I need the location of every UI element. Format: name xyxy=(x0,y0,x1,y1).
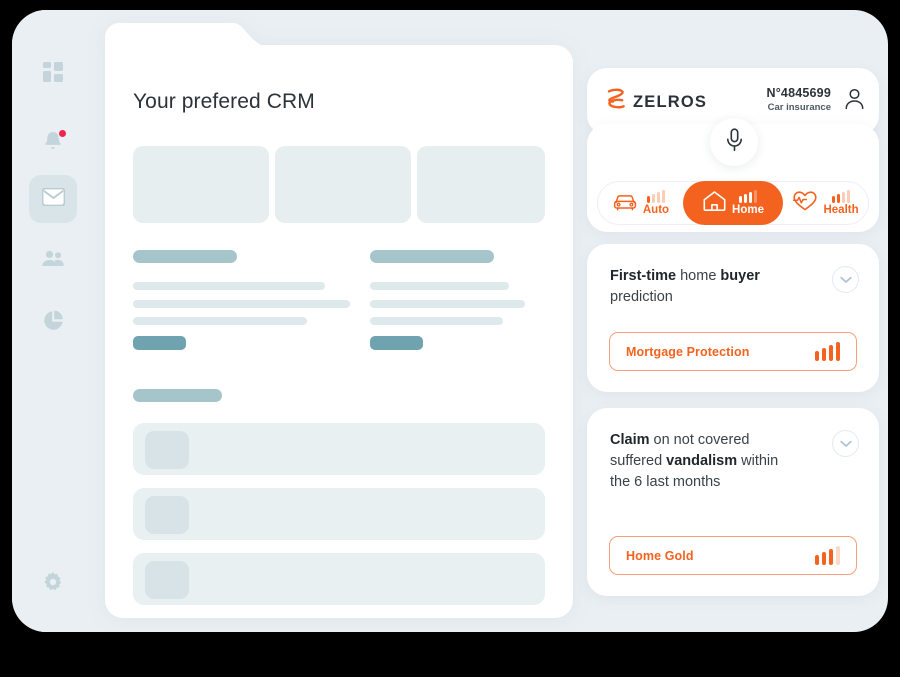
policy-type: Car insurance xyxy=(767,102,831,113)
sidebar-item-dashboard[interactable] xyxy=(29,50,77,98)
auto-score-bars xyxy=(646,190,665,203)
prediction-text-bold: Claim xyxy=(610,432,650,448)
sidebar-item-contacts[interactable] xyxy=(29,237,77,285)
skeleton-line xyxy=(133,282,325,290)
skeleton-card xyxy=(417,146,545,223)
health-score-bars xyxy=(832,190,851,203)
product-score-bars xyxy=(815,342,840,361)
skeleton-button[interactable] xyxy=(370,336,423,350)
product-label: Home Gold xyxy=(626,548,694,563)
tab-health[interactable]: Health xyxy=(783,181,868,225)
prediction-card-vandalism-claim: Claim on not covered suffered vandalism … xyxy=(587,408,879,596)
tab-auto[interactable]: Auto xyxy=(598,181,683,225)
skeleton-line xyxy=(370,282,509,290)
tab-home[interactable]: Home xyxy=(682,181,784,225)
policy-number: N°4845699 xyxy=(766,86,831,100)
sidebar-item-notifications[interactable] xyxy=(29,120,77,168)
skeleton-line xyxy=(370,317,503,325)
page-title: Your prefered CRM xyxy=(133,90,315,113)
people-icon xyxy=(41,250,65,272)
microphone-icon xyxy=(726,127,743,157)
skeleton-list-row[interactable] xyxy=(133,553,545,605)
prediction-text-bold: vandalism xyxy=(666,453,738,469)
skeleton-line xyxy=(133,300,350,308)
prediction-card-text: First-time home buyer prediction xyxy=(610,266,792,308)
home-score-bars xyxy=(738,190,757,203)
account-avatar-button[interactable] xyxy=(844,88,865,115)
gear-icon xyxy=(42,571,64,598)
skeleton-button[interactable] xyxy=(133,336,186,350)
sidebar-item-mail[interactable] xyxy=(29,175,77,223)
prediction-text-bold: buyer xyxy=(720,268,760,284)
chevron-down-icon xyxy=(839,271,852,289)
sidebar-item-settings[interactable] xyxy=(29,560,77,608)
app-window: Your prefered CRM ZELROS N°4845699 Car i… xyxy=(12,10,888,632)
prediction-card-first-time-buyer: First-time home buyer prediction Mortgag… xyxy=(587,244,879,392)
tab-home-content: Home xyxy=(732,190,764,216)
skeleton-list-row[interactable] xyxy=(133,423,545,475)
prediction-card-text: Claim on not covered suffered vandalism … xyxy=(610,430,792,493)
mail-icon xyxy=(41,187,65,211)
chevron-down-icon xyxy=(839,435,852,453)
product-label: Mortgage Protection xyxy=(626,344,750,359)
skeleton-thumbnail xyxy=(145,496,189,534)
skeleton-heading xyxy=(133,389,222,402)
skeleton-line xyxy=(370,300,525,308)
skeleton-line xyxy=(133,317,307,325)
pie-chart-icon xyxy=(42,310,64,337)
dashboard-grid-icon xyxy=(42,61,64,88)
expand-card-button[interactable] xyxy=(832,430,859,457)
skeleton-card xyxy=(275,146,411,223)
notification-badge-dot xyxy=(59,130,66,137)
prediction-text-plain: home xyxy=(676,268,721,284)
house-icon xyxy=(702,190,727,217)
product-button-home-gold[interactable]: Home Gold xyxy=(609,536,857,575)
skeleton-heading xyxy=(133,250,237,263)
skeleton-thumbnail xyxy=(145,561,189,599)
skeleton-card xyxy=(133,146,269,223)
zelros-z-logo-icon xyxy=(605,88,626,116)
skeleton-thumbnail xyxy=(145,431,189,469)
sidebar xyxy=(12,10,94,632)
assistant-widget: ZELROS N°4845699 Car insurance Auto Home… xyxy=(587,68,879,596)
expand-card-button[interactable] xyxy=(832,266,859,293)
heart-pulse-icon xyxy=(792,190,818,217)
tab-auto-label: Auto xyxy=(642,204,670,216)
brand-logo: ZELROS xyxy=(605,88,707,116)
skeleton-heading xyxy=(370,250,494,263)
tab-home-label: Home xyxy=(732,204,764,216)
sidebar-item-reports[interactable] xyxy=(29,299,77,347)
prediction-text-bold: First-time xyxy=(610,268,677,284)
product-score-bars xyxy=(815,546,840,565)
tab-health-label: Health xyxy=(823,204,859,216)
domain-tabs: Auto Home Health xyxy=(597,181,869,225)
tab-auto-content: Auto xyxy=(643,190,669,216)
microphone-button[interactable] xyxy=(710,118,758,166)
user-avatar-icon xyxy=(844,88,865,114)
car-icon xyxy=(612,191,638,216)
crm-panel-tab[interactable] xyxy=(105,23,235,53)
product-button-mortgage-protection[interactable]: Mortgage Protection xyxy=(609,332,857,371)
prediction-text-plain: prediction xyxy=(610,289,673,305)
tab-health-content: Health xyxy=(823,190,859,216)
crm-panel: Your prefered CRM xyxy=(105,23,573,618)
policy-info: N°4845699 Car insurance xyxy=(767,86,832,113)
brand-name: ZELROS xyxy=(633,92,708,111)
skeleton-list-row[interactable] xyxy=(133,488,545,540)
